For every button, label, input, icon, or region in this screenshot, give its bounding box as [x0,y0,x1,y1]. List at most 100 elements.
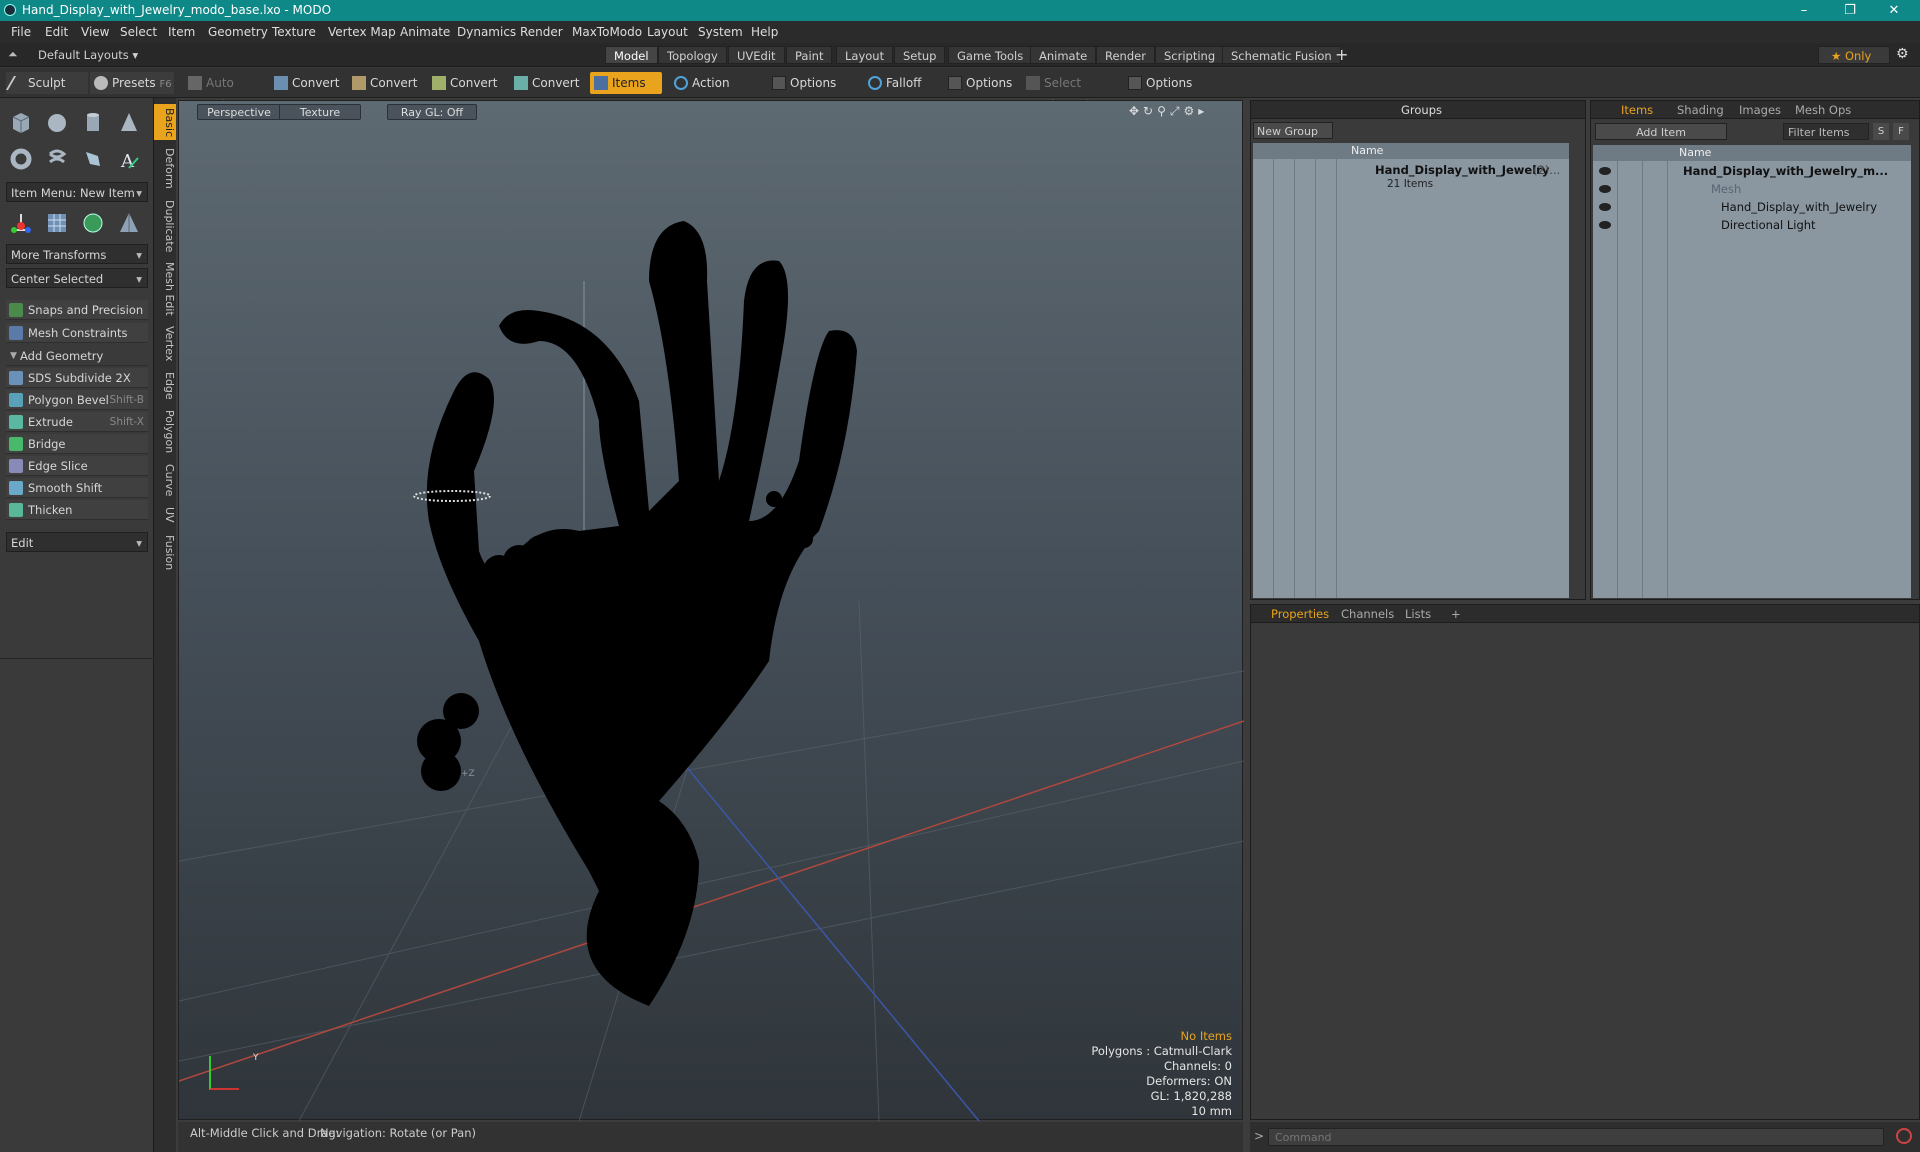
transform-icon[interactable] [6,208,36,238]
vtab-vertex[interactable]: Vertex [154,322,176,366]
menu-file[interactable]: File [11,25,31,39]
tab-items[interactable]: Items [1613,102,1661,119]
item-row-hand[interactable]: Hand_Display_with_Jewelry [1721,200,1877,214]
items-list[interactable]: Name Hand_Display_with_Jewelry_m... Mesh… [1593,145,1911,598]
convert-button-4[interactable]: Convert [510,72,586,94]
vtab-basic[interactable]: Basic [154,104,176,140]
vtab-uv[interactable]: UV [154,502,176,528]
vtab-deform[interactable]: Deform [154,144,176,192]
tab-render[interactable]: Render [1096,46,1155,64]
menu-layout[interactable]: Layout [647,25,688,39]
menu-dynamics[interactable]: Dynamics [457,25,516,39]
falloff-button[interactable]: Falloff [864,72,940,94]
mesh-constraints-button[interactable]: Mesh Constraints [6,323,148,343]
menu-maxtomodo[interactable]: MaxToModo [572,25,642,39]
menu-view[interactable]: View [81,25,109,39]
thicken-button[interactable]: Thicken [6,500,148,520]
tab-animate[interactable]: Animate [1030,46,1097,64]
layout-up-icon[interactable]: ⏶ [8,47,18,62]
presets-button[interactable]: Presets F6 [90,72,174,94]
cylinder-icon[interactable] [78,108,108,138]
polygon-bevel-button[interactable]: Polygon Bevel Shift-B [6,390,148,410]
close-button[interactable]: ✕ [1874,1,1914,21]
text-icon[interactable]: A [114,144,144,174]
action-center-button[interactable]: Action Center [670,72,764,112]
tab-lists[interactable]: Lists [1397,606,1439,623]
smooth-shift-button[interactable]: Smooth Shift [6,478,148,498]
snaps-and-precision-button[interactable]: Snaps and Precision [6,300,148,320]
item-row-light[interactable]: Directional Light [1721,218,1816,232]
tab-setup[interactable]: Setup [894,46,946,64]
vtab-duplicate[interactable]: Duplicate [154,196,176,256]
tab-scripting[interactable]: Scripting [1155,46,1225,64]
globe-icon[interactable] [78,208,108,238]
tab-model[interactable]: Model [605,46,658,64]
menu-vertex-map[interactable]: Vertex Map [328,25,396,39]
vtab-polygon[interactable]: Polygon [154,406,176,458]
bridge-button[interactable]: Bridge [6,434,148,454]
menu-edit[interactable]: Edit [45,25,68,39]
maximize-button[interactable]: ❐ [1830,1,1870,21]
items-mode-button[interactable]: Items [590,72,662,94]
more-transforms-dropdown[interactable]: More Transforms [6,244,148,265]
eye-icon[interactable] [1599,167,1611,175]
menu-animate[interactable]: Animate [400,25,450,39]
sds-subdivide-button[interactable]: SDS Subdivide 2X [6,368,148,388]
texture-button[interactable]: Texture [279,104,361,120]
menu-item[interactable]: Item [168,25,195,39]
minimize-button[interactable]: – [1784,1,1824,21]
viewport-nav-icons[interactable]: ✥↻⚲⤢⚙▸ [1129,104,1208,119]
tab-game-tools[interactable]: Game Tools [948,46,1033,64]
center-selected-dropdown[interactable]: Center Selected [6,268,148,289]
menu-system[interactable]: System [698,25,743,39]
convert-button-3[interactable]: Convert [428,72,504,94]
item-menu-dropdown[interactable]: Item Menu: New Item [6,182,148,203]
tab-layout[interactable]: Layout [836,46,894,64]
item-row-mesh[interactable]: Mesh [1711,182,1741,196]
cone-icon[interactable] [114,108,144,138]
tab-channels[interactable]: Channels [1333,606,1402,623]
only-toggle[interactable]: ★ Only [1818,46,1890,64]
cube-icon[interactable] [6,108,36,138]
new-group-button[interactable]: New Group [1253,122,1333,139]
gear-icon[interactable]: ⚙ [1896,46,1909,62]
add-item-button[interactable]: Add Item [1595,123,1727,140]
tab-mesh-ops[interactable]: Mesh Ops [1787,102,1859,119]
grid-icon[interactable] [42,208,72,238]
eye-icon[interactable] [1599,203,1611,211]
vtab-fusion[interactable]: Fusion [154,530,176,576]
tab-paint[interactable]: Paint [786,46,833,64]
convert-button-2[interactable]: Convert [348,72,424,94]
extrude-button[interactable]: Extrude Shift-X [6,412,148,432]
options-button-2[interactable]: Options [944,72,1024,94]
edge-slice-button[interactable]: Edge Slice [6,456,148,476]
menu-render[interactable]: Render [520,25,563,39]
command-input[interactable] [1268,1128,1884,1146]
convert-button-1[interactable]: Convert [270,72,346,94]
torus-icon[interactable] [6,144,36,174]
options-button-1[interactable]: Options [768,72,858,94]
add-properties-tab-icon[interactable]: + [1443,606,1469,623]
menu-help[interactable]: Help [751,25,778,39]
vtab-mesh-edit[interactable]: Mesh Edit [154,258,176,320]
capsule-icon[interactable] [42,144,72,174]
tab-images[interactable]: Images [1731,102,1789,119]
group-row-name[interactable]: Hand_Display_with_Jewelry [1375,163,1549,177]
sculpt-button[interactable]: Sculpt [5,72,88,94]
menu-geometry[interactable]: Geometry [208,25,268,39]
options-button-3[interactable]: Options [1124,72,1204,94]
pyramid-icon[interactable] [114,208,144,238]
auto-select-button[interactable]: Auto Select [184,72,266,112]
pen-icon[interactable] [78,144,108,174]
vtab-curve[interactable]: Curve [154,460,176,500]
perspective-button[interactable]: Perspective [197,104,281,120]
default-layouts-dropdown[interactable]: Default Layouts ▾ [38,48,138,62]
add-tab-icon[interactable]: + [1335,45,1348,64]
sphere-icon[interactable] [42,108,72,138]
groups-list[interactable]: Name Hand_Display_with_Jewelry (2)... 21… [1253,143,1569,598]
tab-properties[interactable]: Properties [1263,606,1337,623]
edit-dropdown[interactable]: Edit [6,532,148,553]
item-row-scene[interactable]: Hand_Display_with_Jewelry_m... [1683,164,1888,178]
menu-select[interactable]: Select [120,25,157,39]
ray-gl-button[interactable]: Ray GL: Off [387,104,477,120]
